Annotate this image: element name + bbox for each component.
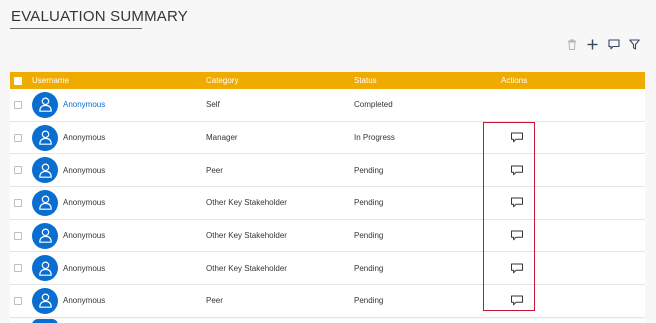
actions-cell: [501, 263, 641, 274]
plus-icon: [587, 39, 598, 50]
person-icon: [38, 293, 52, 309]
table-row[interactable]: Anonymous Peer Pending: [10, 154, 645, 188]
category-cell: Other Key Stakeholder: [206, 198, 287, 208]
username: Anonymous: [63, 165, 106, 175]
page-title: EVALUATION SUMMARY: [11, 8, 188, 25]
status-cell: Pending: [354, 165, 384, 175]
person-icon: [38, 195, 52, 211]
row-checkbox[interactable]: [14, 198, 22, 207]
comment-icon[interactable]: [510, 230, 524, 241]
actions-cell: [501, 165, 641, 176]
avatar: [32, 255, 58, 282]
actions-cell: [501, 295, 641, 306]
comment-icon[interactable]: [510, 295, 524, 306]
person-icon: [38, 261, 52, 276]
title-underline: [10, 28, 142, 29]
status-cell: Pending: [354, 198, 384, 208]
avatar: [32, 189, 58, 216]
username: Anonymous: [63, 198, 106, 208]
trash-icon: [567, 39, 576, 50]
header-actions: Actions: [501, 76, 528, 85]
table-row[interactable]: Anonymous Manager In Progress: [10, 121, 645, 155]
header-username[interactable]: Username: [32, 76, 69, 85]
avatar-partial: [32, 319, 58, 323]
category-cell: Manager: [206, 133, 238, 143]
table-row[interactable]: Anonymous Self Completed: [10, 89, 645, 122]
comment-icon[interactable]: [510, 165, 524, 176]
actions-cell: [501, 132, 641, 143]
comment-icon: [607, 39, 620, 50]
row-checkbox[interactable]: [14, 100, 22, 109]
filter-button[interactable]: [627, 37, 642, 52]
comment-icon[interactable]: [510, 263, 524, 274]
select-all-checkbox[interactable]: [14, 76, 22, 85]
status-cell: Pending: [354, 231, 384, 241]
avatar: [32, 287, 58, 314]
row-checkbox[interactable]: [14, 133, 22, 142]
table-row[interactable]: Anonymous Other Key Stakeholder Pending: [10, 219, 645, 253]
table-row[interactable]: Anonymous Peer Pending: [10, 285, 645, 318]
evaluation-table: Username Category Status Actions Anonymo…: [10, 72, 645, 318]
header-category[interactable]: Category: [206, 76, 238, 85]
avatar: [32, 91, 58, 118]
status-cell: Completed: [354, 100, 393, 110]
status-cell: In Progress: [354, 133, 395, 143]
table-toolbar: [564, 37, 642, 52]
avatar: [32, 157, 58, 184]
username: Anonymous: [63, 231, 106, 241]
username: Anonymous: [63, 133, 106, 143]
category-cell: Peer: [206, 296, 223, 306]
username: Anonymous: [63, 263, 106, 273]
row-checkbox[interactable]: [14, 231, 22, 240]
row-checkbox[interactable]: [14, 264, 22, 273]
username: Anonymous: [63, 296, 106, 306]
table-row[interactable]: Anonymous Other Key Stakeholder Pending: [10, 187, 645, 220]
category-cell: Other Key Stakeholder: [206, 263, 287, 273]
row-checkbox[interactable]: [14, 296, 22, 305]
table-body: Anonymous Self Completed Anonymous Manag…: [10, 89, 645, 318]
person-icon: [38, 163, 52, 178]
person-icon: [38, 97, 52, 113]
avatar: [32, 124, 58, 151]
category-cell: Self: [206, 100, 220, 110]
actions-cell: [501, 230, 641, 241]
row-checkbox[interactable]: [14, 166, 22, 175]
person-icon: [38, 130, 52, 145]
status-cell: Pending: [354, 263, 384, 273]
category-cell: Other Key Stakeholder: [206, 231, 287, 241]
table-row[interactable]: Anonymous Other Key Stakeholder Pending: [10, 252, 645, 286]
status-cell: Pending: [354, 296, 384, 306]
actions-cell: [501, 197, 641, 208]
delete-button[interactable]: [564, 37, 579, 52]
comment-icon[interactable]: [510, 132, 524, 143]
category-cell: Peer: [206, 165, 223, 175]
username[interactable]: Anonymous: [63, 100, 105, 109]
comment-icon[interactable]: [510, 197, 524, 208]
person-icon: [38, 228, 52, 243]
add-button[interactable]: [585, 37, 600, 52]
comment-button[interactable]: [606, 37, 621, 52]
table-row-partial: [10, 319, 645, 323]
table-header: Username Category Status Actions: [10, 72, 645, 89]
header-status[interactable]: Status: [354, 76, 377, 85]
avatar: [32, 222, 58, 249]
filter-icon: [629, 39, 640, 50]
